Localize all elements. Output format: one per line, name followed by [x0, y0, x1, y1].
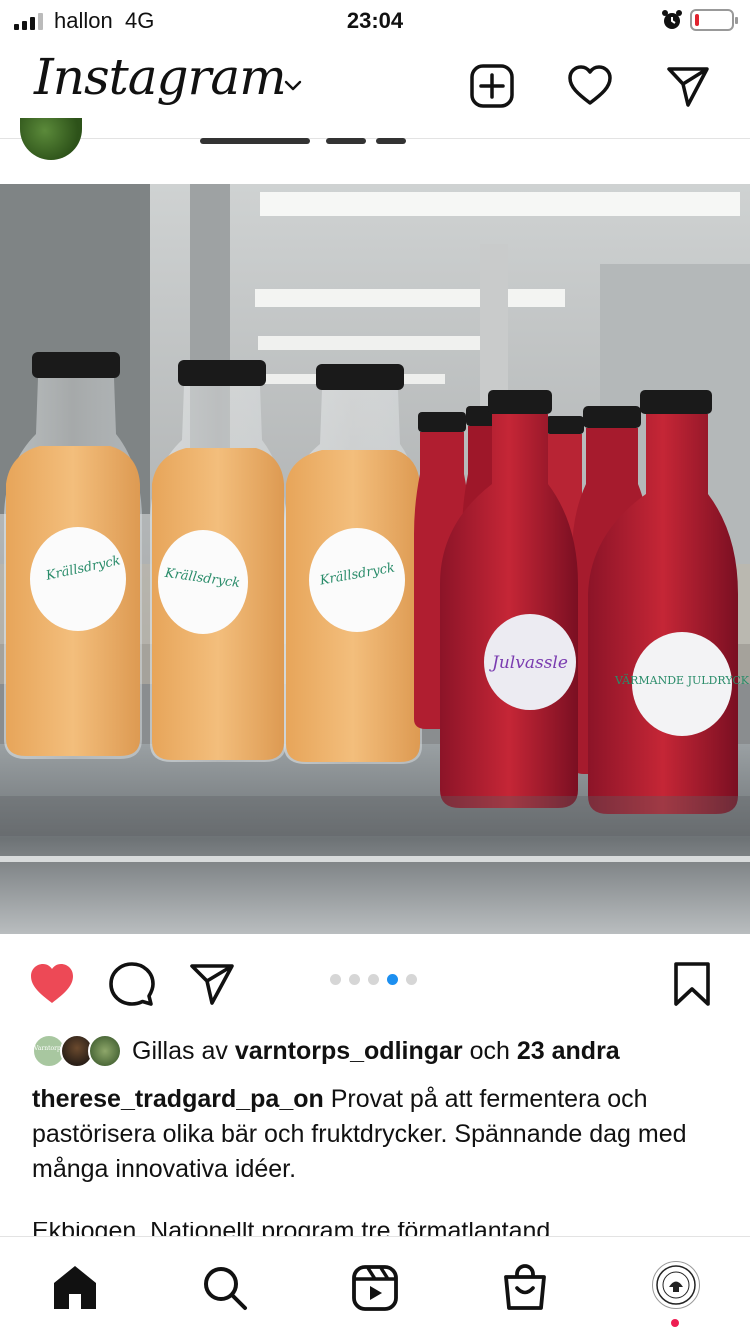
chevron-down-icon[interactable] [282, 74, 304, 96]
previous-post-avatar[interactable] [20, 118, 82, 160]
nav-search[interactable] [200, 1263, 250, 1313]
bookmark-icon[interactable] [668, 960, 716, 1008]
carousel-dot [349, 974, 360, 985]
bottom-nav [0, 1236, 750, 1334]
likes-summary[interactable]: Varntorps odlingar Gillas av varntorps_o… [32, 1032, 620, 1070]
likes-connector: och [469, 1036, 510, 1065]
carousel-dot-active [387, 974, 398, 985]
search-icon [204, 1267, 247, 1310]
post-photo[interactable]: Krällsdryck Krällsdryck Krällsdryck Julv… [0, 184, 750, 934]
previous-post-username[interactable] [200, 128, 410, 144]
direct-message-icon [667, 67, 709, 107]
avatar [88, 1034, 122, 1068]
photo-illustration: Krällsdryck Krällsdryck Krällsdryck Julv… [0, 184, 750, 934]
likes-user-link[interactable]: varntorps_odlingar [235, 1037, 463, 1066]
caption-continuation: Ekbiogen. Nationellt program tre förmatl… [32, 1222, 722, 1236]
new-post-button[interactable] [468, 62, 516, 110]
share-icon[interactable] [188, 960, 236, 1008]
carousel-dot [368, 974, 379, 985]
app-header: Instagram [0, 42, 750, 138]
home-icon [54, 1266, 96, 1309]
battery-level [695, 14, 699, 26]
status-bar: hallon 4G 23:04 [0, 0, 750, 42]
post-actions [0, 956, 750, 1012]
nav-reels[interactable] [350, 1263, 400, 1313]
bottle-label: Julvassle [489, 653, 568, 673]
shop-icon [504, 1264, 546, 1310]
activity-button[interactable] [566, 62, 614, 110]
nav-shop[interactable] [500, 1263, 550, 1313]
likes-others-link[interactable]: 23 andra [517, 1037, 620, 1066]
carousel-dot [330, 974, 341, 985]
caption-username[interactable]: therese_tradgard_pa_on [32, 1085, 324, 1113]
nav-home[interactable] [50, 1263, 100, 1313]
heart-icon [568, 65, 612, 105]
likes-prefix: Gillas av [132, 1036, 228, 1065]
liker-avatars: Varntorps odlingar [32, 1033, 124, 1069]
comment-icon[interactable] [108, 960, 156, 1008]
caption-next-line: Ekbiogen. Nationellt program tre förmatl… [32, 1222, 551, 1236]
bottle-label: VÄRMANDE JULDRYCK [614, 673, 750, 687]
post-caption: therese_tradgard_pa_on Provat på att fer… [32, 1082, 722, 1187]
reels-icon [352, 1265, 398, 1311]
new-post-icon [470, 64, 514, 108]
notification-dot [671, 1319, 679, 1327]
battery-icon [690, 9, 738, 31]
carousel-indicator [330, 974, 417, 985]
liked-heart-icon[interactable] [28, 960, 76, 1008]
nav-profile-avatar[interactable] [652, 1261, 700, 1309]
status-time: 23:04 [346, 8, 404, 33]
profile-emblem-icon [656, 1265, 696, 1305]
instagram-logo[interactable]: Instagram [34, 48, 287, 106]
carousel-dot [406, 974, 417, 985]
alarm-clock-icon [662, 10, 682, 29]
direct-message-button[interactable] [664, 62, 712, 110]
